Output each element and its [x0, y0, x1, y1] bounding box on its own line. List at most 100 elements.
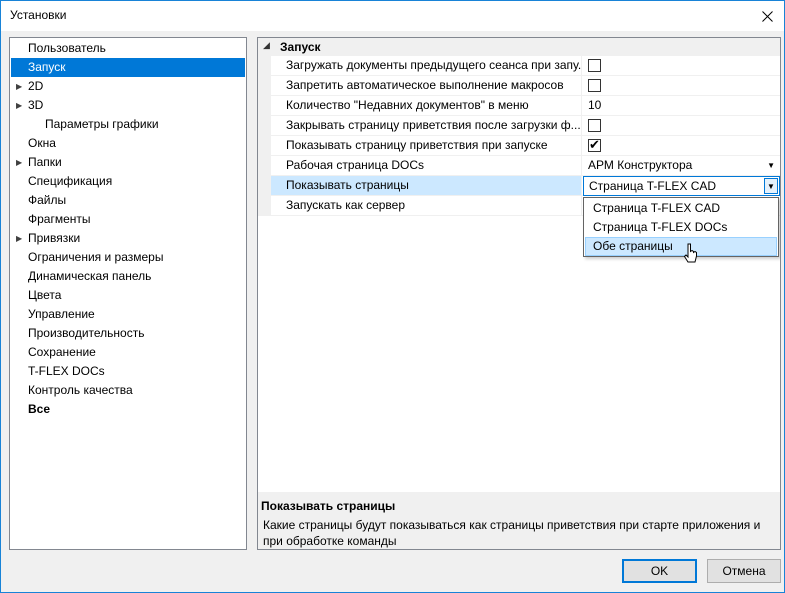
property-row[interactable]: Запретить автоматическое выполнение макр…	[271, 76, 780, 96]
tree-item-label: Фрагменты	[28, 212, 91, 226]
collapse-arrow-icon[interactable]: ◢	[263, 40, 270, 51]
tree-item-label: Папки	[28, 155, 62, 169]
checkmark-icon: ✔	[589, 137, 600, 152]
mouse-pointer-icon	[683, 243, 697, 263]
cancel-button-label: Отмена	[722, 564, 766, 578]
tree-item[interactable]: Все	[11, 400, 245, 419]
property-name: Запускать как сервер	[271, 196, 582, 215]
tree-item-label: Запуск	[28, 60, 66, 74]
tree-item-label: Цвета	[28, 288, 62, 302]
tree-item-label: Все	[28, 402, 51, 416]
property-value-text: АРМ Конструктора	[588, 158, 693, 172]
close-icon	[761, 10, 773, 22]
tree-item[interactable]: ▶ 2D	[11, 77, 245, 96]
property-name: Показывать страницы	[271, 176, 582, 195]
expand-arrow-icon[interactable]: ▶	[16, 77, 22, 96]
expand-arrow-icon[interactable]: ▶	[16, 229, 22, 248]
tree-item[interactable]: Контроль качества	[11, 381, 245, 400]
property-name: Запретить автоматическое выполнение макр…	[271, 76, 582, 95]
category-tree[interactable]: Пользователь Запуск ▶ 2D ▶ 3D Параметры график…	[9, 37, 247, 550]
property-value	[583, 76, 780, 95]
dropdown-option[interactable]: Страница T-FLEX DOCs	[585, 218, 777, 237]
tree-item-label: 2D	[28, 79, 44, 93]
property-grid: ◢ Запуск Загружать документы предыдущего…	[257, 37, 781, 550]
dropdown-option[interactable]: Страница T-FLEX CAD	[585, 199, 777, 218]
expand-arrow-icon[interactable]: ▶	[16, 96, 22, 115]
category-header-startup[interactable]: ◢ Запуск	[258, 38, 780, 56]
tree-item[interactable]: ▶ Папки	[11, 153, 245, 172]
dropdown-arrow-icon[interactable]: ▼	[767, 156, 775, 175]
tree-item-label: Параметры графики	[45, 117, 159, 131]
tree-item-label: Управление	[28, 307, 95, 321]
property-value: ✔	[583, 136, 780, 155]
tree-item[interactable]: ▶ 3D	[11, 96, 245, 115]
property-row[interactable]: Загружать документы предыдущего сеанса п…	[271, 56, 780, 76]
tree-item-label: Файлы	[28, 193, 67, 207]
property-checkbox[interactable]: ✔	[588, 137, 601, 152]
property-row[interactable]: Закрывать страницу приветствия после заг…	[271, 116, 780, 136]
combobox-value: Страница T-FLEX CAD	[589, 179, 717, 193]
title-bar: Установки	[1, 1, 784, 31]
property-value	[583, 116, 780, 135]
tree-item-label: Спецификация	[28, 174, 113, 188]
tree-item-label: Ограничения и размеры	[28, 250, 164, 264]
tree-item[interactable]: T-FLEX DOCs	[11, 362, 245, 381]
ok-button-label: OK	[650, 564, 669, 578]
property-name: Загружать документы предыдущего сеанса п…	[271, 56, 582, 75]
tree-item[interactable]: Спецификация	[11, 172, 245, 191]
chevron-down-icon: ▼	[767, 181, 775, 191]
tree-item-label: Контроль качества	[28, 383, 133, 397]
property-name: Показывать страницу приветствия при запу…	[271, 136, 582, 155]
property-name: Количество "Недавних документов" в меню	[271, 96, 582, 115]
tree-item-label: Окна	[28, 136, 56, 150]
tree-item[interactable]: Цвета	[11, 286, 245, 305]
property-value: 10	[583, 96, 780, 115]
grid-margin	[258, 56, 271, 216]
property-checkbox[interactable]	[588, 59, 601, 72]
tree-item[interactable]: Файлы	[11, 191, 245, 210]
expand-arrow-icon[interactable]: ▶	[16, 153, 22, 172]
show-pages-combobox[interactable]: Страница T-FLEX CAD ▼	[583, 176, 780, 196]
tree-item[interactable]: Фрагменты	[11, 210, 245, 229]
property-name: Закрывать страницу приветствия после заг…	[271, 116, 582, 135]
tree-item[interactable]: Запуск	[11, 58, 245, 77]
cancel-button[interactable]: Отмена	[707, 559, 781, 583]
description-title: Показывать страницы	[261, 499, 396, 513]
close-button[interactable]	[750, 1, 784, 31]
tree-item[interactable]: Ограничения и размеры	[11, 248, 245, 267]
tree-item-label: Производительность	[28, 326, 145, 340]
tree-item-label: 3D	[28, 98, 44, 112]
property-value[interactable]: АРМ Конструктора ▼	[583, 156, 780, 175]
tree-item[interactable]: Окна	[11, 134, 245, 153]
tree-item[interactable]: Пользователь	[11, 39, 245, 58]
settings-window: Установки Пользователь Запуск ▶ 2D ▶ 3D Параме…	[0, 0, 785, 593]
property-row[interactable]: Рабочая страница DOCs АРМ Конструктора ▼	[271, 156, 780, 176]
property-value	[583, 56, 780, 75]
tree-item[interactable]: Управление	[11, 305, 245, 324]
description-text: Какие страницы будут показываться как ст…	[263, 518, 761, 548]
combobox-dropdown-button[interactable]: ▼	[764, 178, 778, 194]
category-label: Запуск	[280, 40, 321, 54]
property-row[interactable]: Показывать страницу приветствия при запу…	[271, 136, 780, 156]
tree-item-label: T-FLEX DOCs	[28, 364, 105, 378]
property-value-text: 10	[588, 98, 602, 112]
tree-item-label: Сохранение	[28, 345, 96, 359]
tree-item[interactable]: Параметры графики	[11, 115, 245, 134]
property-checkbox[interactable]	[588, 119, 601, 132]
property-checkbox[interactable]	[588, 79, 601, 92]
property-name: Рабочая страница DOCs	[271, 156, 582, 175]
property-row[interactable]: Количество "Недавних документов" в меню 1…	[271, 96, 780, 116]
window-title: Установки	[10, 8, 67, 22]
tree-item[interactable]: Производительность	[11, 324, 245, 343]
ok-button[interactable]: OK	[622, 559, 697, 583]
tree-item-label: Динамическая панель	[28, 269, 152, 283]
property-row[interactable]: Показывать страницы Страница T-FLEX CAD ▼	[271, 176, 780, 196]
tree-item[interactable]: ▶ Привязки	[11, 229, 245, 248]
dropdown-option[interactable]: Обе страницы	[585, 237, 777, 256]
description-panel: Показывать страницы Какие страницы будут…	[258, 495, 780, 549]
show-pages-dropdown-list[interactable]: Страница T-FLEX CAD Страница T-FLEX DOCs О…	[583, 197, 779, 257]
tree-item-label: Пользователь	[28, 41, 106, 55]
tree-item[interactable]: Динамическая панель	[11, 267, 245, 286]
tree-item-label: Привязки	[28, 231, 81, 245]
tree-item[interactable]: Сохранение	[11, 343, 245, 362]
